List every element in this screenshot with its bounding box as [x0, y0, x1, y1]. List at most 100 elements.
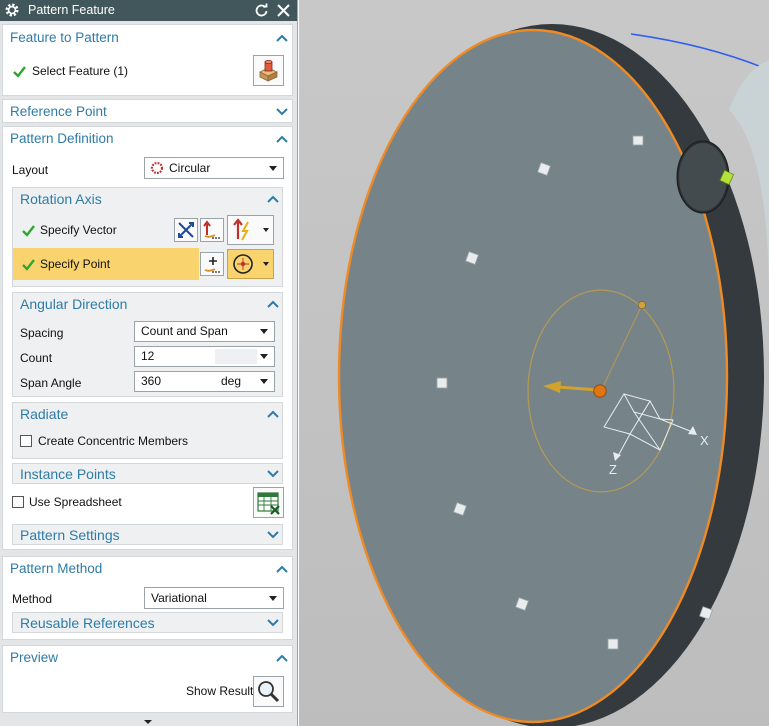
checkmark-icon — [22, 225, 35, 237]
dropdown-arrow-icon — [260, 379, 268, 384]
span-angle-label: Span Angle — [20, 376, 82, 390]
count-value[interactable]: 12 — [141, 349, 154, 363]
axis-z-label: Z — [609, 462, 617, 477]
chevron-up-icon[interactable] — [276, 654, 288, 662]
layout-dropdown[interactable]: Circular — [144, 157, 284, 179]
count-label: Count — [20, 351, 53, 365]
group-title[interactable]: Pattern Definition — [10, 131, 114, 146]
subgroup-reusable-references[interactable]: Reusable References — [12, 612, 283, 633]
chevron-up-icon[interactable] — [267, 195, 279, 203]
dropdown-arrow-icon — [260, 329, 268, 334]
more-options-arrow-icon[interactable] — [143, 719, 153, 725]
vector-constructor-icon — [203, 220, 220, 239]
origin-handle[interactable] — [593, 384, 607, 398]
chevron-down-icon[interactable] — [276, 108, 288, 116]
span-angle-field[interactable]: 360 deg — [134, 371, 275, 392]
chevron-down-icon[interactable] — [267, 470, 279, 478]
magnifier-icon — [258, 681, 280, 703]
count-field[interactable]: 12 — [134, 346, 275, 367]
spreadsheet-button[interactable] — [253, 487, 284, 518]
subgroup-instance-points[interactable]: Instance Points — [12, 463, 283, 484]
dialog-titlebar: Pattern Feature — [0, 0, 297, 21]
arc-center-icon — [233, 254, 253, 274]
inferred-vector-icon — [233, 218, 249, 241]
use-spreadsheet-label[interactable]: Use Spreadsheet — [29, 495, 122, 509]
reset-icon[interactable] — [254, 3, 269, 18]
select-feature-label[interactable]: Select Feature (1) — [32, 64, 128, 78]
pattern-feature-dialog: Pattern Feature Feature to Pattern Selec… — [0, 0, 298, 726]
spacing-label: Spacing — [20, 326, 64, 340]
group-preview: Preview Show Result — [2, 645, 293, 713]
subgroup-title[interactable]: Rotation Axis — [20, 191, 102, 207]
subgroup-title[interactable]: Reusable References — [20, 615, 155, 631]
vector-dialog-button[interactable] — [200, 218, 224, 242]
subgroup-title[interactable]: Angular Direction — [20, 296, 127, 312]
subgroup-title[interactable]: Pattern Settings — [20, 527, 120, 543]
dropdown-arrow-icon — [263, 262, 269, 266]
select-feature-button[interactable] — [253, 55, 284, 86]
subgroup-pattern-settings[interactable]: Pattern Settings — [12, 524, 283, 545]
spreadsheet-icon — [257, 492, 280, 515]
create-concentric-label[interactable]: Create Concentric Members — [38, 434, 188, 448]
model-scene: X Z — [337, 24, 769, 726]
point-constructor-icon — [204, 257, 220, 273]
group-reference-point[interactable]: Reference Point — [2, 99, 293, 123]
spacing-value: Count and Span — [141, 324, 228, 338]
specify-point-label[interactable]: Specify Point — [40, 257, 110, 271]
span-angle-value[interactable]: 360 — [141, 374, 161, 388]
span-angle-unit: deg — [221, 374, 242, 388]
chevron-up-icon[interactable] — [267, 410, 279, 418]
show-result-button[interactable] — [253, 676, 284, 707]
checkmark-icon — [13, 66, 26, 78]
disc-face — [337, 28, 729, 724]
reverse-direction-button[interactable] — [174, 218, 198, 242]
dropdown-arrow-icon — [269, 166, 277, 171]
method-label: Method — [12, 592, 53, 606]
close-icon[interactable] — [276, 3, 291, 18]
axis-x-label: X — [700, 433, 709, 448]
group-pattern-method: Pattern Method Method Variational Reusab… — [2, 556, 293, 640]
use-spreadsheet-checkbox[interactable] — [12, 496, 24, 508]
dialog-title: Pattern Feature — [28, 3, 115, 17]
chevron-down-icon[interactable] — [267, 619, 279, 627]
chevron-up-icon[interactable] — [276, 135, 288, 143]
subgroup-rotation-axis: Rotation Axis Specify Vector Specify Poi… — [12, 187, 283, 287]
group-pattern-definition: Pattern Definition Layout Circular Rotat… — [2, 126, 293, 550]
point-dialog-button[interactable] — [200, 252, 224, 276]
graphics-viewport[interactable]: X Z — [299, 0, 769, 726]
method-dropdown[interactable]: Variational — [144, 587, 284, 609]
blue-edge — [630, 33, 769, 71]
chevron-down-icon[interactable] — [267, 531, 279, 539]
radius-handle[interactable] — [638, 301, 646, 309]
layout-label: Layout — [12, 163, 49, 177]
group-title[interactable]: Pattern Method — [10, 561, 102, 576]
method-value: Variational — [151, 591, 207, 605]
dropdown-arrow-icon — [269, 596, 277, 601]
subgroup-angular-direction: Angular Direction Spacing Count and Span… — [12, 292, 283, 397]
circular-pattern-icon — [150, 161, 164, 175]
inferred-point-dropdown[interactable] — [227, 249, 274, 279]
group-title[interactable]: Feature to Pattern — [10, 30, 119, 45]
disc-hole-inner — [679, 143, 727, 211]
gear-icon — [5, 3, 19, 17]
chevron-up-icon[interactable] — [276, 565, 288, 573]
subgroup-title[interactable]: Radiate — [20, 406, 68, 422]
subgroup-radiate: Radiate Create Concentric Members — [12, 402, 283, 459]
chevron-up-icon[interactable] — [267, 300, 279, 308]
group-title[interactable]: Reference Point — [10, 104, 107, 119]
spacing-dropdown[interactable]: Count and Span — [134, 321, 275, 342]
count-field-shade — [215, 349, 257, 364]
dropdown-arrow-icon — [260, 354, 268, 359]
dropdown-arrow-icon — [263, 228, 269, 232]
create-concentric-checkbox[interactable] — [20, 435, 32, 447]
subgroup-title[interactable]: Instance Points — [20, 466, 116, 482]
group-feature-to-pattern: Feature to Pattern Select Feature (1) — [2, 24, 293, 96]
inferred-vector-dropdown[interactable] — [227, 215, 274, 245]
feature-select-icon — [259, 60, 278, 82]
show-result-label: Show Result — [186, 684, 254, 698]
chevron-up-icon[interactable] — [276, 34, 288, 42]
checkmark-icon — [22, 259, 35, 271]
group-title[interactable]: Preview — [10, 650, 58, 665]
specify-vector-label[interactable]: Specify Vector — [40, 223, 117, 237]
reverse-direction-icon — [178, 222, 194, 238]
